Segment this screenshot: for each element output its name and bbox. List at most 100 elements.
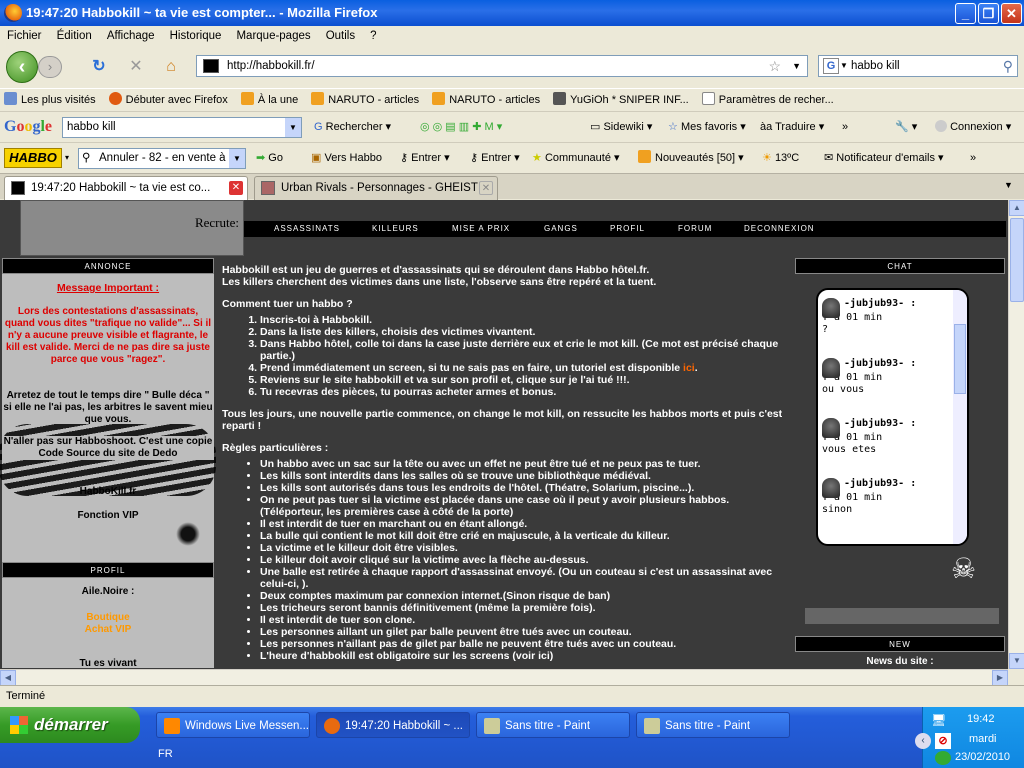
- entrer-button-1[interactable]: ⚷ Entrer ▾: [400, 143, 450, 172]
- chat-input[interactable]: [805, 608, 999, 624]
- nav-deconnexion[interactable]: DECONNEXION: [744, 221, 815, 237]
- back-button[interactable]: ‹: [6, 51, 38, 83]
- language-indicator[interactable]: FR: [150, 744, 190, 764]
- menu-outils[interactable]: Outils: [326, 30, 355, 42]
- tab-close-icon[interactable]: ✕: [229, 181, 243, 195]
- menu-marque-pages[interactable]: Marque-pages: [236, 30, 310, 42]
- scroll-up-icon[interactable]: ▲: [1009, 200, 1024, 216]
- bookmark-item[interactable]: Les plus visités: [4, 92, 96, 106]
- communaute-button[interactable]: ★ Communauté ▾: [532, 143, 620, 172]
- habbo-logo[interactable]: HABBO: [4, 148, 62, 168]
- network-icon[interactable]: 🖥: [931, 713, 946, 727]
- task-messenger[interactable]: Windows Live Messen...: [156, 712, 310, 738]
- rule-item: Le killeur doit avoir cliqué sur la vict…: [260, 554, 785, 566]
- minimize-button[interactable]: _: [955, 3, 976, 24]
- search-value: habbo kill: [851, 60, 900, 72]
- home-icon[interactable]: ⌂: [160, 56, 182, 78]
- steps-list: Inscris-toi à Habbokill. Dans la liste d…: [260, 314, 785, 398]
- bookmark-item[interactable]: Paramètres de recher...: [701, 92, 834, 106]
- overflow-chevron[interactable]: »: [842, 112, 848, 141]
- tab-urban-rivals[interactable]: Urban Rivals - Personnages - GHEIST ✕: [254, 176, 498, 200]
- google-logo[interactable]: Google: [4, 112, 52, 141]
- toolbar-icons[interactable]: ◎ ◎ ▤ ▥ ✚ M ▾: [420, 112, 502, 141]
- boutique-link[interactable]: Boutique: [2, 612, 214, 623]
- nav-forum[interactable]: FORUM: [678, 221, 712, 237]
- scroll-thumb[interactable]: [954, 324, 966, 394]
- scroll-left-icon[interactable]: ◀: [0, 670, 16, 686]
- vers-habbo-button[interactable]: ▣ Vers Habbo: [311, 143, 382, 172]
- nav-mise-a-prix[interactable]: MISE A PRIX: [452, 221, 510, 237]
- dropdown-icon[interactable]: ▼: [285, 118, 301, 137]
- bookmark-item[interactable]: À la une: [240, 92, 298, 106]
- search-icon[interactable]: ⚲: [1003, 56, 1013, 76]
- tab-habbokill[interactable]: 19:47:20 Habbokill ~ ta vie est co... ✕: [4, 176, 248, 200]
- wrench-icon[interactable]: 🔧 ▾: [895, 112, 917, 141]
- clock-time[interactable]: 19:42: [967, 713, 995, 725]
- star-icon: ★: [532, 152, 542, 164]
- engine-dropdown-icon[interactable]: ▼: [840, 56, 848, 76]
- menu-edition[interactable]: Édition: [57, 30, 92, 42]
- task-paint-2[interactable]: Sans titre - Paint: [636, 712, 790, 738]
- habbo-search-input[interactable]: ⚲ Annuler - 82 - en vente à ▼: [78, 148, 246, 169]
- window-titlebar[interactable]: 19:47:20 Habbokill ~ ta vie est compter.…: [0, 0, 1024, 26]
- menu-help[interactable]: ?: [370, 30, 376, 42]
- go-button[interactable]: ➡ Go: [256, 143, 283, 172]
- email-notifier-button[interactable]: ✉ Notificateur d'emails ▾: [824, 143, 944, 172]
- translate-button[interactable]: àa Traduire ▾: [760, 112, 824, 141]
- scroll-right-icon[interactable]: ▶: [992, 670, 1008, 686]
- tab-list-icon[interactable]: ▼: [1004, 180, 1013, 190]
- bookmark-item[interactable]: NARUTO - articles: [432, 92, 540, 106]
- nav-gangs[interactable]: GANGS: [544, 221, 578, 237]
- reload-icon[interactable]: ↻: [88, 56, 110, 78]
- antivirus-icon[interactable]: ⊘: [935, 733, 951, 749]
- nav-profil[interactable]: PROFIL: [610, 221, 645, 237]
- ici-link[interactable]: ici: [683, 362, 695, 374]
- entrer-button-2[interactable]: ⚷ Entrer ▾: [470, 143, 520, 172]
- security-icon[interactable]: [935, 751, 951, 765]
- google-search-input[interactable]: habbo kill ▼: [62, 117, 302, 138]
- sidewiki-button[interactable]: ▭ Sidewiki ▾: [590, 112, 652, 141]
- connexion-button[interactable]: Connexion ▾: [935, 112, 1011, 141]
- menu-historique[interactable]: Historique: [170, 30, 222, 42]
- dropdown-icon[interactable]: ▾: [65, 143, 69, 172]
- horizontal-scrollbar[interactable]: ◀ ▶: [0, 669, 1008, 686]
- chat-messages[interactable]: -jubjub93- : Y'a 01 min? -jubjub93- : Y'a …: [816, 288, 969, 546]
- rule-item: L'heure d'habbokill est obligatoire sur …: [260, 650, 785, 662]
- dropdown-icon[interactable]: ▼: [229, 149, 245, 168]
- forward-button[interactable]: ›: [38, 56, 62, 78]
- vertical-scrollbar[interactable]: ▲ ▼: [1008, 200, 1024, 669]
- nav-killeurs[interactable]: KILLEURS: [372, 221, 419, 237]
- google-search-button[interactable]: G Rechercher ▾: [314, 112, 391, 141]
- bookmark-item[interactable]: YuGiOh * SNIPER INF...: [553, 92, 689, 106]
- scroll-down-icon[interactable]: ▼: [1009, 653, 1024, 669]
- menu-affichage[interactable]: Affichage: [107, 30, 155, 42]
- search-input[interactable]: G ▼ habbo kill ⚲: [818, 55, 1018, 77]
- maximize-button[interactable]: ❐: [978, 3, 999, 24]
- favorites-button[interactable]: ☆ Mes favoris ▾: [668, 112, 746, 141]
- url-text: http://habbokill.fr/: [227, 60, 315, 72]
- firefox-icon: [4, 4, 22, 22]
- scroll-thumb[interactable]: [1010, 218, 1024, 302]
- bookmark-item[interactable]: NARUTO - articles: [311, 92, 419, 106]
- rules-title: Règles particulières :: [222, 442, 329, 454]
- stop-icon[interactable]: ✕: [125, 56, 147, 78]
- menu-fichier[interactable]: Fichier: [7, 30, 42, 42]
- tray-expand-icon[interactable]: ‹: [915, 733, 931, 749]
- google-engine-icon[interactable]: G: [823, 58, 839, 74]
- task-firefox[interactable]: 19:47:20 Habbokill ~ ...: [316, 712, 470, 738]
- habbo-toolbar: HABBO ▾ ⚲ Annuler - 82 - en vente à ▼ ➡ Go…: [0, 142, 1024, 172]
- tab-close-icon[interactable]: ✕: [479, 181, 493, 195]
- close-button[interactable]: ✕: [1001, 3, 1022, 24]
- task-paint-1[interactable]: Sans titre - Paint: [476, 712, 630, 738]
- bookmark-item[interactable]: Débuter avec Firefox: [108, 92, 228, 106]
- overflow-chevron[interactable]: »: [970, 143, 976, 172]
- url-dropdown-icon[interactable]: ▼: [792, 56, 801, 76]
- url-bar[interactable]: http://habbokill.fr/ ☆ ▼: [196, 55, 808, 77]
- start-button[interactable]: démarrer: [0, 707, 140, 743]
- chat-scrollbar[interactable]: [953, 290, 967, 544]
- nouveautes-button[interactable]: Nouveautés [50] ▾: [638, 143, 744, 172]
- bookmark-star-icon[interactable]: ☆: [768, 56, 781, 76]
- nav-assassinats[interactable]: ASSASSINATS: [274, 221, 340, 237]
- achat-vip-link[interactable]: Achat VIP: [2, 624, 214, 635]
- weather-button[interactable]: ☀ 13ºC: [762, 143, 799, 172]
